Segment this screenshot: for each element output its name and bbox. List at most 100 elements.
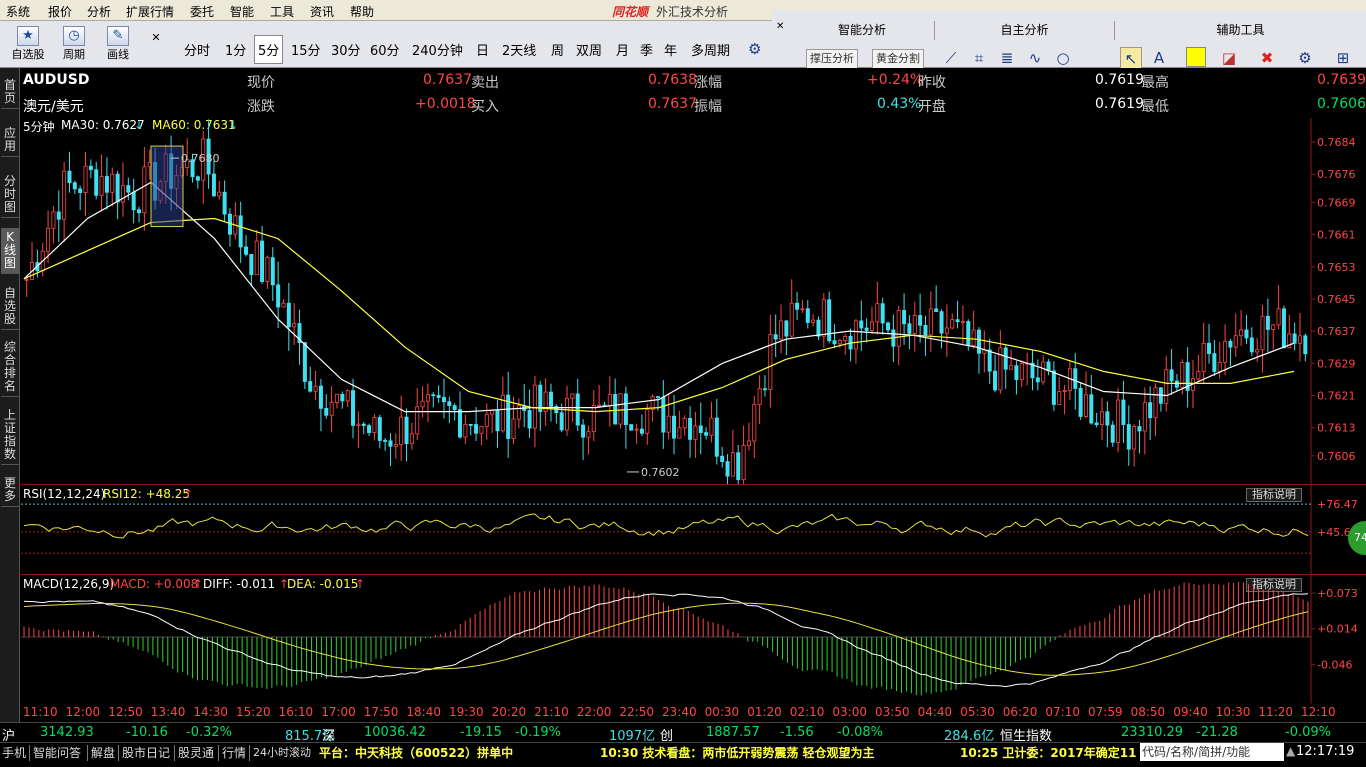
support-pressure-button[interactable]: 撑压分析: [806, 49, 858, 69]
status-tab-analysis[interactable]: 解盘: [91, 744, 115, 761]
tab-watchlist[interactable]: 自选股: [1, 284, 19, 330]
period-5min[interactable]: 5分: [254, 35, 284, 64]
time-tick-label: 13:40: [150, 705, 186, 719]
menu-smart[interactable]: 智能: [230, 3, 254, 20]
panel-close-icon[interactable]: ✕: [776, 21, 784, 32]
tab-more[interactable]: 更多: [1, 474, 19, 507]
cursor-icon[interactable]: ↖: [1120, 47, 1142, 69]
separator: [174, 745, 175, 761]
news-ticker-3[interactable]: 10:25 卫计委：2017年确定11: [960, 744, 1138, 761]
font-icon[interactable]: A: [1148, 47, 1170, 69]
candle-body: [463, 423, 468, 438]
period-week[interactable]: 周: [551, 40, 564, 59]
kline-panel[interactable]: 5分钟 MA30: 0.7627 ↓ MA60: 0.7631 ↓ 0.7684…: [21, 118, 1366, 484]
bookmark-icon[interactable]: ◪: [1218, 47, 1240, 69]
separator: [118, 745, 119, 761]
candle-body: [1035, 377, 1040, 383]
tool-settings-icon[interactable]: ⚙: [1294, 47, 1316, 69]
settings-gear-icon[interactable]: ⚙: [748, 40, 761, 58]
period-1min[interactable]: 1分: [225, 40, 246, 59]
candle-body: [110, 173, 115, 193]
candle-body: [1164, 369, 1169, 404]
period-year[interactable]: 年: [664, 40, 677, 59]
index-item: -0.32%: [186, 725, 232, 740]
period-multi[interactable]: 多周期: [691, 40, 730, 59]
news-ticker-2[interactable]: 10:30 技术看盘：两市低开弱势震荡 轻仓观望为主: [600, 744, 875, 761]
menu-extended[interactable]: 扩展行情: [126, 3, 174, 20]
candle-body: [334, 393, 339, 403]
watchlist-button[interactable]: ★ 自选股: [8, 26, 48, 62]
candle-body: [575, 393, 580, 426]
candle-body: [83, 165, 88, 193]
crop-tool-icon[interactable]: ⌗: [968, 47, 990, 69]
tab-kline[interactable]: K线图: [1, 228, 19, 274]
draw-line-button[interactable]: ✎ 画线: [98, 26, 138, 62]
candle-body: [666, 415, 671, 433]
expand-icon[interactable]: ⊞: [1332, 47, 1354, 69]
color-swatch-icon[interactable]: [1186, 47, 1206, 67]
menu-system[interactable]: 系统: [6, 3, 30, 20]
wave-tool-icon[interactable]: ∿: [1024, 47, 1046, 69]
period-month[interactable]: 月: [616, 40, 629, 59]
tab-timeshare[interactable]: 分时图: [1, 172, 19, 218]
candle-body: [1137, 426, 1142, 432]
delete-icon[interactable]: ✖: [1256, 47, 1278, 69]
period-button[interactable]: ◷ 周期: [54, 26, 94, 62]
status-tab-mobile[interactable]: 手机: [2, 744, 26, 761]
tab-home[interactable]: 首页: [1, 76, 19, 109]
period-60min[interactable]: 60分: [370, 40, 400, 59]
period-30min[interactable]: 30分: [331, 40, 361, 59]
status-tab-stockwizard[interactable]: 股灵通: [178, 744, 214, 761]
index-item: -1.56: [780, 725, 814, 740]
period-240min[interactable]: 240分钟: [412, 40, 463, 59]
menu-tools[interactable]: 工具: [270, 3, 294, 20]
period-day[interactable]: 日: [476, 40, 489, 59]
period-2day[interactable]: 2天线: [502, 40, 536, 59]
candle-body: [276, 284, 281, 308]
menu-trade[interactable]: 委托: [190, 3, 214, 20]
rsi-chart[interactable]: +76.47+45.63: [21, 485, 1366, 575]
period-2week[interactable]: 双周: [576, 40, 602, 59]
text-tool-icon[interactable]: ≣: [996, 47, 1018, 69]
candle-body: [950, 319, 955, 329]
candle-body: [923, 324, 928, 336]
candle-body: [859, 320, 864, 329]
rsi-panel[interactable]: RSI(12,12,24) RSI12: +48.25 ↑ 指标说明 +76.4…: [21, 484, 1366, 575]
tab-apps[interactable]: 应用: [1, 124, 19, 157]
menu-analysis[interactable]: 分析: [87, 3, 111, 20]
status-tab-qa[interactable]: 智能问答: [33, 744, 81, 761]
close-icon[interactable]: ✕: [150, 31, 162, 61]
candle-body: [238, 215, 243, 248]
status-tab-market[interactable]: 行情: [222, 744, 246, 761]
candle-body: [928, 308, 933, 336]
candle-body: [548, 391, 553, 407]
candle-body: [816, 319, 821, 337]
candle-body: [308, 381, 313, 392]
search-input[interactable]: 代码/名称/简拼/功能: [1140, 743, 1284, 761]
candle-body: [976, 329, 981, 354]
kline-chart[interactable]: 0.7684 0.7676 0.7669 0.7661 0.7653 0.7645 0.76…: [21, 118, 1366, 484]
candle-body: [1196, 371, 1201, 380]
tab-ranking[interactable]: 综合排名: [1, 338, 19, 397]
menu-quote[interactable]: 报价: [48, 3, 72, 20]
candle-body: [254, 240, 259, 276]
macd-chart[interactable]: +0.073 +0.014 -0.046: [21, 575, 1366, 704]
golden-ratio-button[interactable]: 黄金分割: [872, 49, 924, 69]
status-tab-24h[interactable]: 24小时滚动: [253, 744, 311, 760]
tab-shanghai-index[interactable]: 上证指数: [1, 406, 19, 465]
news-ticker-1[interactable]: 平台：中天科技（600522）拼单中: [319, 744, 513, 761]
circle-tool-icon[interactable]: ○: [1052, 47, 1074, 69]
candle-body: [56, 211, 61, 220]
candle-body: [51, 211, 56, 229]
value-ask: 0.7638: [648, 72, 697, 88]
status-tab-diary[interactable]: 股市日记: [122, 744, 170, 761]
menu-news[interactable]: 资讯: [310, 3, 334, 20]
period-quarter[interactable]: 季: [640, 40, 653, 59]
macd-panel[interactable]: MACD(12,26,9) MACD: +0.008 DIFF: -0.011 …: [21, 574, 1366, 704]
candle-body: [415, 406, 420, 435]
line-tool-icon[interactable]: ⟋: [940, 47, 962, 69]
period-15min[interactable]: 15分: [291, 40, 321, 59]
candle-body: [746, 440, 751, 447]
period-tick[interactable]: 分时: [184, 40, 210, 59]
menu-help[interactable]: 帮助: [350, 3, 374, 20]
